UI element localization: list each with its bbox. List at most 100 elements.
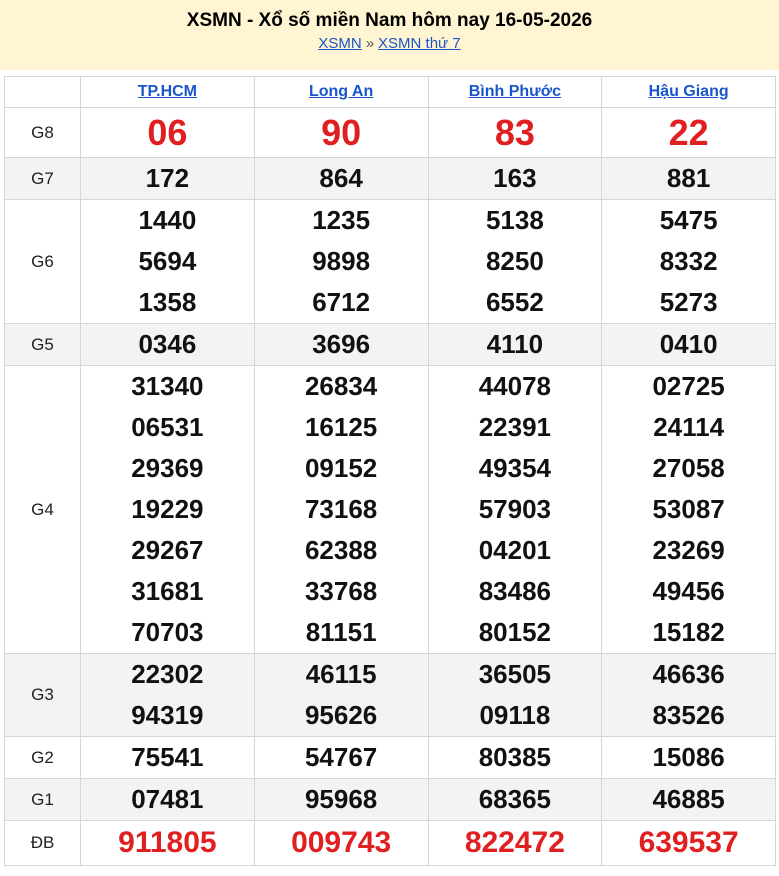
prize-number: 80385 [478,742,552,772]
prize-row-g5: G5 0346 3696 4110 0410 [4,323,776,366]
prize-number: 73168 [304,494,378,524]
prize-label: G4 [4,365,81,654]
prize-cell: 5138 8250 6552 [427,199,603,324]
prize-number: 62388 [304,535,378,565]
prize-number: 639537 [638,826,739,859]
prize-label: G1 [4,778,81,821]
prize-cell: 36505 09118 [427,653,603,737]
prize-label: G6 [4,199,81,324]
prize-number: 6712 [312,287,371,317]
prize-number: 22391 [478,412,552,442]
prize-cell: 46885 [601,778,776,821]
prize-number: 1235 [312,205,371,235]
prize-number: 53087 [652,494,725,524]
province-header: Long An [253,76,429,108]
prize-number: 19229 [131,494,204,524]
prize-number: 22302 [131,659,204,689]
prize-rows: G8 06 90 83 22 G7 172 864 163 881 G6 1440 5694 1358 12… [4,107,776,866]
province-link-binh-phuoc[interactable]: Bình Phước [469,83,561,100]
prize-cell: 1440 5694 1358 [80,199,255,324]
prize-number: 15182 [652,617,725,647]
breadcrumb-separator: » [365,35,375,52]
prize-number: 6552 [485,287,544,317]
prize-number: 31681 [131,576,204,606]
prize-row-g2: G2 75541 54767 80385 15086 [4,736,776,779]
prize-number: 4110 [486,329,544,359]
province-link-long-an[interactable]: Long An [309,83,373,100]
prize-number: 80152 [478,617,552,647]
prize-number: 1440 [138,205,197,235]
prize-number: 5694 [138,246,197,276]
prize-row-g6: G6 1440 5694 1358 1235 9898 6712 5138 8250 6552 54… [4,199,776,324]
prize-number: 04201 [478,535,552,565]
prize-number: 1358 [138,287,197,317]
prize-label: G3 [4,653,81,737]
prize-cell: 15086 [601,736,776,779]
page-title: XSMN - Xổ số miền Nam hôm nay 16-05-2026 [186,10,593,31]
prize-number: 27058 [652,453,725,483]
prize-cell: 0346 [80,323,255,366]
breadcrumb: XSMN» XSMN thứ 7 [0,34,779,54]
prize-label: ĐB [4,820,81,866]
province-link-tp-hcm[interactable]: TP.HCM [138,83,197,100]
prize-cell: 02725 24114 27058 53087 23269 49456 15182 [601,365,776,654]
page-header: XSMN - Xổ số miền Nam hôm nay 16-05-2026… [0,0,779,70]
prize-number: 8332 [659,246,718,276]
prize-number: 70703 [131,617,204,647]
province-header-row: TP.HCM Long An Bình Phước Hậu Giang [4,76,776,108]
prize-number: 5138 [485,205,544,235]
prize-number: 33768 [304,576,378,606]
prize-cell: 009743 [253,820,429,866]
prize-cell: 864 [253,157,429,200]
prize-number: 83526 [652,700,725,730]
prize-row-g7: G7 172 864 163 881 [4,157,776,200]
prize-row-g3: G3 22302 94319 46115 95626 36505 09118 46636 835… [4,653,776,737]
prize-number: 911805 [118,826,217,859]
prize-number: 8250 [485,246,544,276]
province-header: TP.HCM [80,76,255,108]
prize-number: 23269 [652,535,725,565]
prize-cell: 22302 94319 [80,653,255,737]
prize-number: 31340 [131,371,204,401]
prize-cell: 54767 [253,736,429,779]
prize-cell: 68365 [427,778,603,821]
prize-cell: 46115 95626 [253,653,429,737]
prize-number: 5273 [659,287,718,317]
prize-number: 22 [668,112,709,153]
prize-number: 15086 [652,742,725,772]
breadcrumb-link-xsmn-thu-7[interactable]: XSMN thứ 7 [378,35,461,52]
prize-label: G5 [4,323,81,366]
prize-number: 06531 [131,412,204,442]
prize-number: 009743 [291,826,392,859]
prize-cell: 0410 [601,323,776,366]
prize-cell: 3696 [253,323,429,366]
prize-label: G7 [4,157,81,200]
prize-row-g1: G1 07481 95968 68365 46885 [4,778,776,821]
prize-number: 54767 [304,742,378,772]
prize-number: 68365 [478,784,552,814]
province-header: Hậu Giang [601,76,776,108]
prize-number: 864 [319,163,363,193]
prize-number: 36505 [478,659,552,689]
province-link-hau-giang[interactable]: Hậu Giang [649,83,729,100]
prize-number: 02725 [652,371,725,401]
prize-cell: 31340 06531 29369 19229 29267 31681 70703 [80,365,255,654]
prize-row-g8: G8 06 90 83 22 [4,107,776,158]
prize-cell: 22 [601,107,776,158]
corner-cell [4,76,81,108]
prize-number: 06 [147,112,188,153]
prize-cell: 44078 22391 49354 57903 04201 83486 80152 [427,365,603,654]
prize-cell: 5475 8332 5273 [601,199,776,324]
prize-number: 44078 [478,371,552,401]
prize-cell: 83 [427,107,603,158]
prize-cell: 822472 [427,820,603,866]
prize-number: 822472 [464,826,565,859]
prize-number: 46636 [652,659,725,689]
prize-number: 81151 [305,617,377,647]
breadcrumb-link-xsmn[interactable]: XSMN [318,35,361,52]
prize-number: 0410 [659,329,718,359]
prize-number: 172 [145,163,190,193]
prize-cell: 163 [427,157,603,200]
prize-cell: 80385 [427,736,603,779]
prize-number: 49354 [478,453,552,483]
